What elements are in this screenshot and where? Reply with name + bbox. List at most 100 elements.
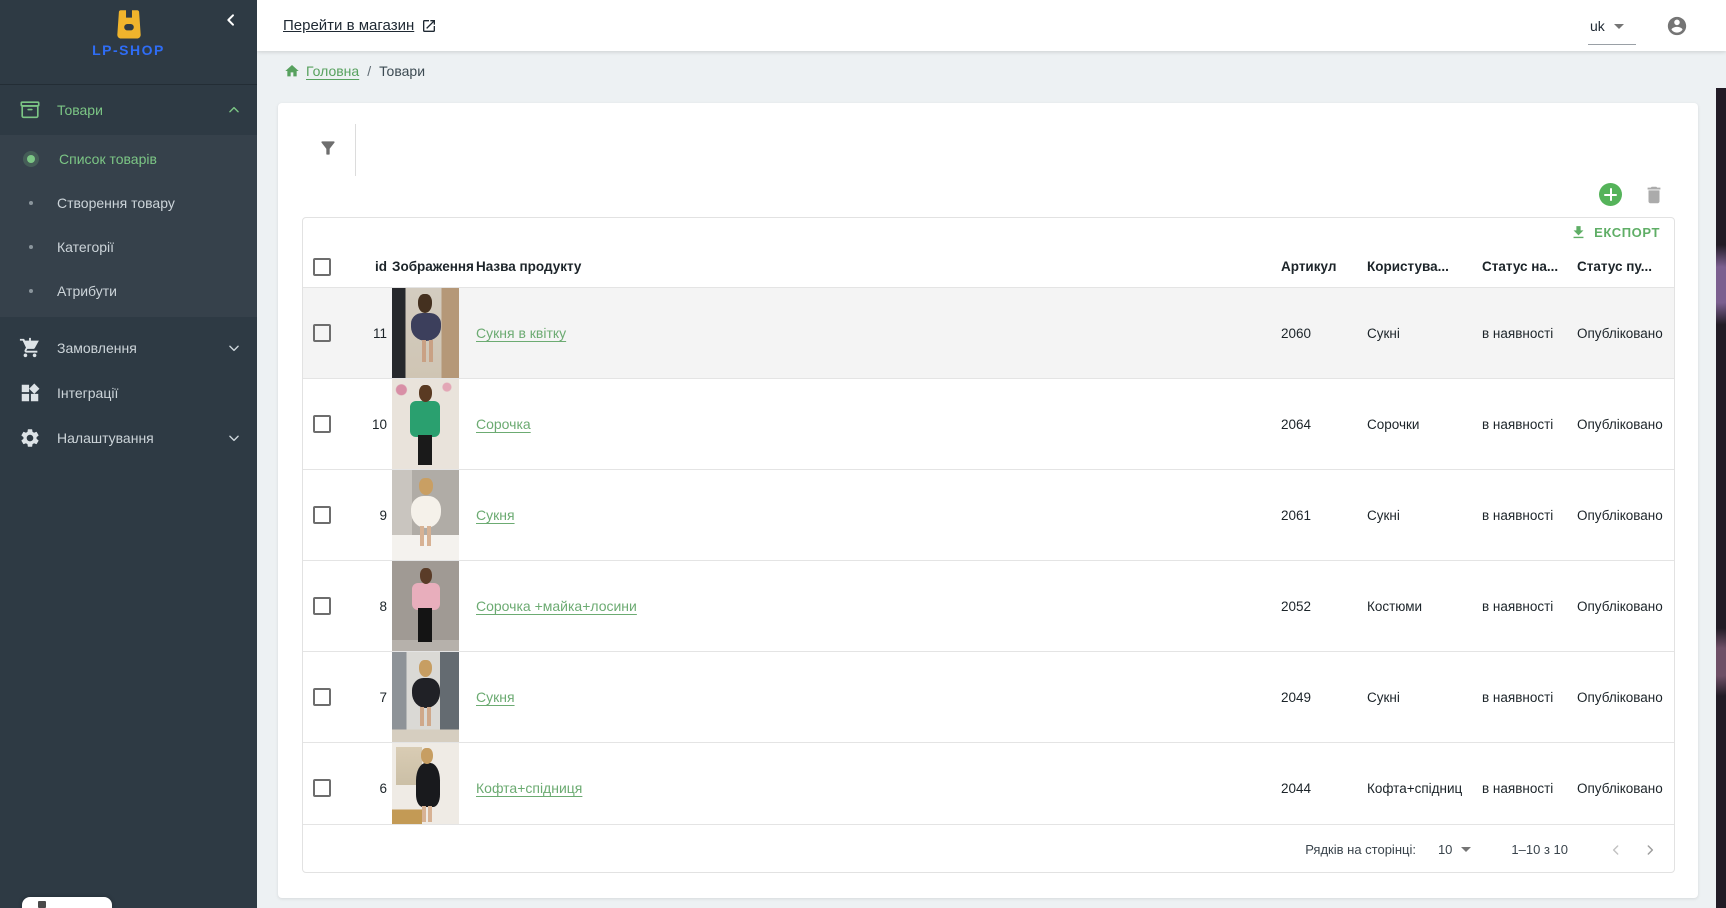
cell-sku: 2064 — [1263, 417, 1363, 432]
table-pagination: Рядків на сторінці: 10 1–10 з 10 — [303, 824, 1674, 873]
logo[interactable]: LP-SHOP — [0, 0, 257, 85]
table-row[interactable]: 11 Сукня в квітку 2060 Сукні в наявності… — [303, 288, 1674, 379]
product-name-link[interactable]: Сорочка +майка+лосини — [476, 598, 637, 614]
filter-funnel-icon — [318, 138, 338, 158]
row-checkbox[interactable] — [313, 415, 331, 433]
store-link-label: Перейти в магазин — [283, 17, 414, 34]
cart-plus-icon — [18, 336, 42, 360]
select-all-checkbox[interactable] — [313, 258, 331, 276]
rows-per-page-value: 10 — [1438, 842, 1452, 857]
screen-edge-artifact — [1716, 88, 1726, 908]
shopping-bag-logo-icon — [112, 7, 146, 46]
external-link-icon — [421, 18, 437, 34]
language-select[interactable]: uk — [1588, 14, 1636, 45]
widgets-icon — [18, 381, 42, 405]
product-image[interactable] — [392, 470, 459, 560]
table-row[interactable]: 9 Сукня 2061 Сукні в наявності Опубліков… — [303, 470, 1674, 561]
sidebar-item-create-product[interactable]: Створення товару — [0, 181, 257, 225]
active-bullet-icon — [27, 155, 35, 163]
sidebar-item-label: Категорії — [57, 239, 114, 255]
product-name-link[interactable]: Сукня в квітку — [476, 325, 566, 341]
cell-publish-status: Опубліковано — [1573, 508, 1674, 523]
rows-per-page-label: Рядків на сторінці: — [1305, 842, 1416, 857]
rows-per-page-select[interactable]: 10 — [1438, 842, 1471, 857]
chevron-up-icon — [227, 103, 241, 117]
sidebar-item-categories[interactable]: Категорії — [0, 225, 257, 269]
table-row[interactable]: 8 Сорочка +майка+лосини 2052 Костюми в н… — [303, 561, 1674, 652]
breadcrumb-home-link[interactable]: Головна — [284, 63, 359, 79]
product-name-link[interactable]: Сукня — [476, 507, 515, 523]
row-checkbox[interactable] — [313, 779, 331, 797]
table-row[interactable]: 6 Кофта+спідниця 2044 Кофта+спідниц в на… — [303, 743, 1674, 824]
cell-publish-status: Опубліковано — [1573, 599, 1674, 614]
sidebar-item-label: Замовлення — [57, 340, 137, 356]
product-image[interactable] — [392, 561, 459, 651]
chevron-left-icon — [1608, 842, 1624, 858]
product-name-link[interactable]: Сорочка — [476, 416, 531, 432]
header-cell-publish-status[interactable]: Статус пу... — [1573, 259, 1675, 274]
cell-sku: 2060 — [1263, 326, 1363, 341]
sidebar-item-products[interactable]: Товари — [0, 85, 257, 135]
trash-icon — [1643, 184, 1665, 206]
chevron-right-icon — [1642, 842, 1658, 858]
table-row[interactable]: 10 Сорочка 2064 Сорочки в наявності Опуб… — [303, 379, 1674, 470]
next-page-button[interactable] — [1636, 836, 1664, 864]
header-cell-sku[interactable]: Артикул — [1263, 259, 1363, 274]
previous-page-button[interactable] — [1602, 836, 1630, 864]
filter-button[interactable] — [318, 138, 340, 160]
header-cell-category[interactable]: Користува... — [1363, 259, 1478, 274]
product-image[interactable] — [392, 379, 459, 469]
sidebar-item-label: Товари — [57, 102, 103, 118]
product-name-link[interactable]: Кофта+спідниця — [476, 780, 582, 796]
product-image[interactable] — [392, 288, 459, 378]
products-submenu: Список товарів Створення товару Категорі… — [0, 135, 257, 317]
cell-category: Кофта+спідниц — [1363, 781, 1478, 796]
gear-icon — [18, 426, 42, 450]
breadcrumb: Головна / Товари — [284, 63, 425, 79]
export-label: ЕКСПОРТ — [1594, 225, 1660, 240]
header-cell-name[interactable]: Назва продукту — [473, 259, 1263, 274]
header-cell-image[interactable]: Зображення — [387, 259, 473, 274]
add-product-button[interactable] — [1599, 183, 1622, 206]
products-card: ЕКСПОРТ id Зображення Назва продукту Арт… — [278, 103, 1698, 898]
cell-id: 8 — [347, 599, 387, 614]
header-cell-id[interactable]: id — [347, 259, 387, 274]
product-image[interactable] — [392, 652, 459, 742]
breadcrumb-separator: / — [367, 63, 371, 79]
sidebar-item-attributes[interactable]: Атрибути — [0, 269, 257, 313]
header-cell-stock-status[interactable]: Статус на... — [1478, 259, 1573, 274]
breadcrumb-home-label[interactable]: Головна — [306, 63, 359, 79]
user-avatar-button[interactable] — [1666, 15, 1688, 37]
divider — [355, 124, 356, 176]
table-toolbar: ЕКСПОРТ — [303, 218, 1674, 246]
cell-id: 6 — [347, 781, 387, 796]
sidebar-collapse-button[interactable] — [219, 8, 243, 32]
sidebar-item-label: Атрибути — [57, 283, 117, 299]
sidebar-item-label: Список товарів — [59, 151, 157, 167]
bullet-icon — [29, 201, 33, 205]
header-cell-checkbox — [303, 258, 347, 276]
table-row[interactable]: 7 Сукня 2049 Сукні в наявності Опубліков… — [303, 652, 1674, 743]
sidebar-item-settings[interactable]: Налаштування — [0, 415, 257, 460]
row-checkbox[interactable] — [313, 324, 331, 342]
delete-selected-button[interactable] — [1643, 184, 1665, 206]
download-icon — [1570, 224, 1587, 241]
account-circle-icon — [1666, 15, 1688, 37]
go-to-store-link[interactable]: Перейти в магазин — [283, 17, 437, 34]
sidebar-item-label: Налаштування — [57, 430, 154, 446]
sidebar-item-product-list[interactable]: Список товарів — [0, 137, 257, 181]
row-checkbox[interactable] — [313, 597, 331, 615]
product-name-link[interactable]: Сукня — [476, 689, 515, 705]
home-icon — [284, 63, 300, 79]
product-image[interactable] — [392, 743, 459, 824]
cell-publish-status: Опубліковано — [1573, 326, 1674, 341]
row-checkbox[interactable] — [313, 688, 331, 706]
cell-id: 10 — [347, 417, 387, 432]
sidebar-item-orders[interactable]: Замовлення — [0, 325, 257, 370]
export-button[interactable]: ЕКСПОРТ — [1570, 224, 1660, 241]
topbar: Перейти в магазин uk — [257, 0, 1726, 51]
cell-category: Сукні — [1363, 508, 1478, 523]
collapsed-debug-toolbar[interactable] — [22, 897, 112, 908]
sidebar-item-integrations[interactable]: Інтеграції — [0, 370, 257, 415]
row-checkbox[interactable] — [313, 506, 331, 524]
